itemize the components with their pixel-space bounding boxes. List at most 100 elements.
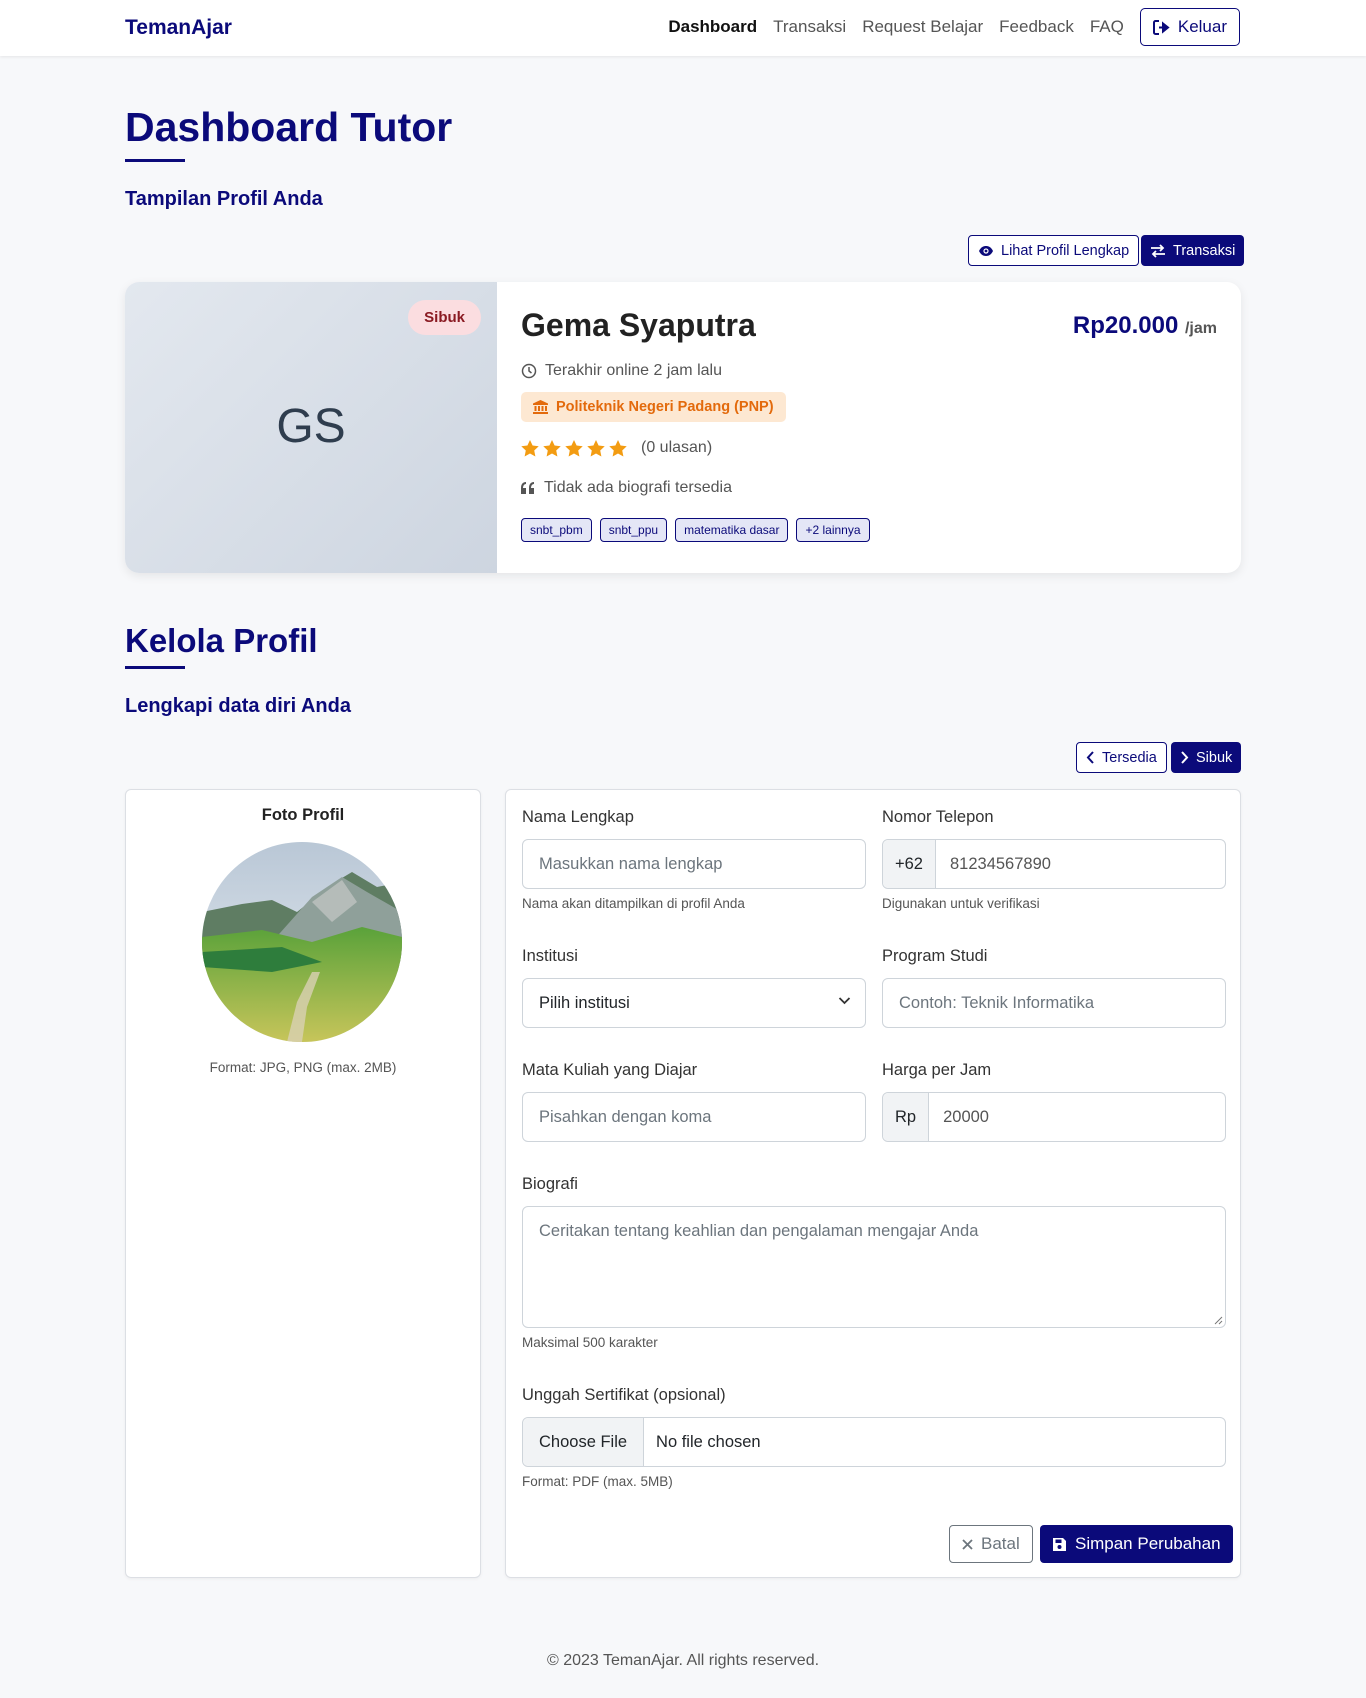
view-full-profile-button[interactable]: Lihat Profil Lengkap — [968, 235, 1140, 266]
price-value: Rp20.000 — [1072, 312, 1179, 339]
more-tags[interactable]: +2 lainnya — [796, 518, 870, 542]
phone-prefix: +62 — [883, 840, 936, 888]
nav-links: Dashboard Transaksi Request Belajar Feed… — [668, 8, 1240, 46]
chevron-left-icon — [1086, 751, 1094, 764]
title-underline — [125, 159, 185, 162]
set-busy-label: Sibuk — [1196, 749, 1233, 766]
subject-tag: snbt_ppu — [599, 518, 668, 542]
choose-file-button[interactable]: Choose File — [523, 1418, 645, 1466]
manage-title-underline — [125, 666, 185, 669]
bio-row: Tidak ada biografi tersedia — [521, 479, 732, 497]
set-available-button[interactable]: Tersedia — [1076, 742, 1167, 773]
view-full-profile-label: Lihat Profil Lengkap — [1001, 242, 1130, 259]
profile-card: GS Sibuk Gema Syaputra Rp20.000 /jam Ter… — [125, 282, 1241, 573]
institution-name: Politeknik Negeri Padang (PNP) — [556, 399, 774, 415]
name-label: Nama Lengkap — [522, 808, 634, 826]
courses-placeholder: Pisahkan dengan koma — [539, 1107, 712, 1126]
hourly-price-input[interactable]: Rp 20000 — [882, 1092, 1226, 1142]
subject-tags: snbt_pbm snbt_ppu matematika dasar +2 la… — [521, 518, 870, 542]
brand-logo[interactable]: TemanAjar — [125, 16, 232, 40]
nav-transaksi[interactable]: Transaksi — [773, 17, 846, 37]
landscape-photo-image — [202, 842, 402, 1042]
certificate-file-input[interactable]: Choose File No file chosen — [522, 1417, 1226, 1467]
logout-label: Keluar — [1177, 17, 1227, 36]
file-status: No file chosen — [656, 1432, 761, 1451]
institution-badge: Politeknik Negeri Padang (PNP) — [521, 392, 786, 422]
cancel-label: Batal — [981, 1534, 1020, 1553]
subject-tag: matematika dasar — [675, 518, 789, 542]
hourly-price-value: 20000 — [943, 1107, 989, 1126]
study-program-label: Program Studi — [882, 947, 988, 965]
logout-button[interactable]: Keluar — [1139, 8, 1240, 46]
star-icon — [521, 439, 539, 457]
last-online-text: Terakhir online 2 jam lalu — [545, 362, 722, 379]
set-available-label: Tersedia — [1102, 749, 1157, 766]
study-program-input[interactable]: Contoh: Teknik Informatika — [882, 978, 1226, 1028]
last-online-row: Terakhir online 2 jam lalu — [521, 362, 722, 380]
biography-placeholder: Ceritakan tentang keahlian dan pengalama… — [539, 1222, 979, 1240]
page-title: Dashboard Tutor — [125, 104, 453, 150]
save-icon — [1053, 1537, 1066, 1551]
exchange-icon — [1151, 243, 1165, 258]
profile-form-panel: Nama Lengkap Masukkan nama lengkap Nama … — [505, 789, 1241, 1578]
chevron-down-icon — [838, 997, 851, 1005]
biography-label: Biografi — [522, 1175, 578, 1193]
resize-handle-icon[interactable] — [1214, 1316, 1223, 1325]
set-busy-button[interactable]: Sibuk — [1171, 742, 1242, 773]
courses-label: Mata Kuliah yang Diajar — [522, 1061, 698, 1079]
bio-text: Tidak ada biografi tersedia — [544, 479, 732, 496]
photo-panel: Foto Profil Format: JPG, PNG (max. 2MB) — [125, 789, 481, 1578]
name-input[interactable]: Masukkan nama lengkap — [522, 839, 866, 889]
phone-input[interactable]: +62 81234567890 — [882, 839, 1226, 889]
institution-label: Institusi — [522, 947, 578, 965]
rating-row: (0 ulasan) — [521, 439, 712, 457]
transaction-label: Transaksi — [1173, 242, 1236, 259]
nav-feedback[interactable]: Feedback — [999, 17, 1074, 37]
hourly-price-prefix: Rp — [883, 1093, 930, 1141]
tutor-name: Gema Syaputra — [521, 307, 756, 343]
nav-faq[interactable]: FAQ — [1090, 17, 1124, 37]
institution-select[interactable]: Pilih institusi — [522, 978, 866, 1028]
phone-help: Digunakan untuk verifikasi — [882, 896, 1040, 911]
institution-selected: Pilih institusi — [539, 993, 630, 1012]
name-help: Nama akan ditampilkan di profil Anda — [522, 896, 745, 911]
close-icon — [962, 1538, 973, 1550]
avatar: GS Sibuk — [125, 282, 497, 573]
star-icon — [565, 439, 583, 457]
phone-value: 81234567890 — [950, 854, 1051, 873]
study-program-placeholder: Contoh: Teknik Informatika — [899, 993, 1095, 1012]
nav-dashboard[interactable]: Dashboard — [668, 17, 757, 37]
profile-photo[interactable] — [202, 842, 402, 1042]
status-badge: Sibuk — [408, 300, 481, 335]
cancel-button[interactable]: Batal — [949, 1525, 1033, 1563]
certificate-label: Unggah Sertifikat (opsional) — [522, 1386, 726, 1404]
eye-icon — [979, 245, 993, 256]
avatar-initials: GS — [276, 400, 346, 453]
star-icon — [609, 439, 627, 457]
star-icon — [587, 439, 605, 457]
biography-help: Maksimal 500 karakter — [522, 1335, 658, 1350]
footer-copyright: © 2023 TemanAjar. All rights reserved. — [546, 1652, 820, 1669]
manage-profile-title: Kelola Profil — [125, 622, 318, 659]
save-button[interactable]: Simpan Perubahan — [1040, 1525, 1233, 1563]
clock-icon — [521, 363, 537, 379]
phone-label: Nomor Telepon — [882, 808, 994, 826]
tutor-price: Rp20.000 /jam — [1073, 312, 1217, 340]
university-icon — [533, 400, 548, 414]
certificate-help: Format: PDF (max. 5MB) — [522, 1474, 673, 1489]
rating-stars — [521, 439, 627, 457]
manage-profile-subtitle: Lengkapi data diri Anda — [125, 695, 351, 717]
hourly-price-label: Harga per Jam — [882, 1061, 992, 1079]
nav-request-belajar[interactable]: Request Belajar — [862, 17, 983, 37]
quote-icon — [521, 482, 534, 494]
biography-textarea[interactable]: Ceritakan tentang keahlian dan pengalama… — [522, 1206, 1226, 1328]
courses-input[interactable]: Pisahkan dengan koma — [522, 1092, 866, 1142]
photo-format-hint: Format: JPG, PNG (max. 2MB) — [209, 1060, 397, 1075]
subject-tag: snbt_pbm — [521, 518, 592, 542]
star-icon — [543, 439, 561, 457]
page-subtitle: Tampilan Profil Anda — [125, 188, 323, 210]
transaction-button[interactable]: Transaksi — [1141, 235, 1245, 266]
save-label: Simpan Perubahan — [1075, 1534, 1221, 1553]
chevron-right-icon — [1181, 751, 1189, 764]
navbar: TemanAjar Dashboard Transaksi Request Be… — [0, 0, 1366, 56]
